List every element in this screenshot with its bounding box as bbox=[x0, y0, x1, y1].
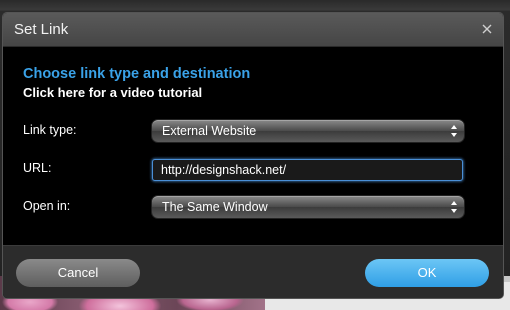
set-link-dialog: Set Link Choose link type and destinatio… bbox=[3, 13, 503, 298]
dialog-heading: Choose link type and destination bbox=[23, 66, 251, 82]
ok-button[interactable]: OK bbox=[365, 259, 489, 287]
link-type-label: Link type: bbox=[23, 123, 77, 137]
link-type-select[interactable]: External Website bbox=[152, 120, 464, 142]
select-arrows-icon bbox=[450, 199, 458, 215]
dialog-titlebar: Set Link bbox=[3, 13, 503, 47]
link-type-value: External Website bbox=[162, 124, 257, 138]
open-in-label: Open in: bbox=[23, 199, 71, 213]
close-icon[interactable] bbox=[480, 22, 494, 36]
open-in-value: The Same Window bbox=[162, 200, 268, 214]
dialog-footer: Cancel OK bbox=[3, 245, 503, 298]
dialog-title: Set Link bbox=[14, 21, 69, 38]
video-tutorial-link[interactable]: Click here for a video tutorial bbox=[23, 85, 202, 100]
url-label: URL: bbox=[23, 161, 52, 175]
cancel-button[interactable]: Cancel bbox=[16, 259, 140, 287]
select-arrows-icon bbox=[450, 123, 458, 139]
url-input[interactable]: http://designshack.net/ bbox=[152, 159, 463, 181]
open-in-select[interactable]: The Same Window bbox=[152, 196, 464, 218]
